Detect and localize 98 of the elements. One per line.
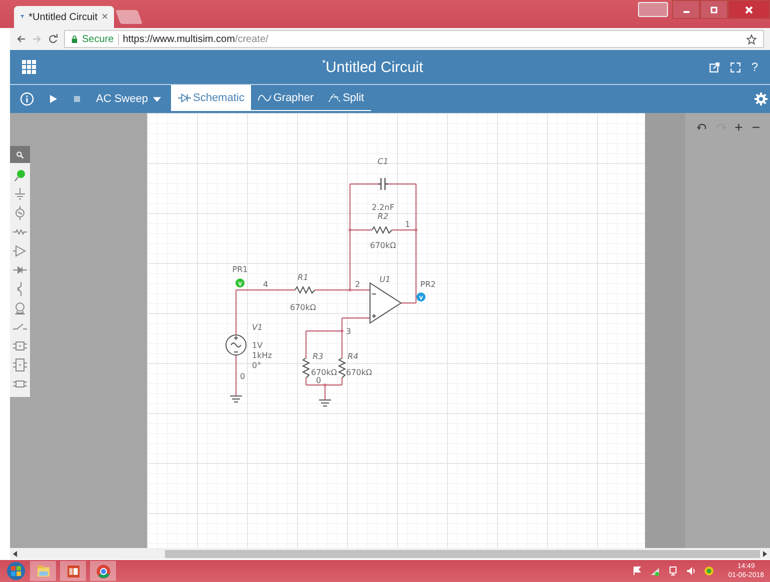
net-label: 1	[405, 220, 410, 229]
scroll-right-icon[interactable]	[763, 550, 767, 556]
browser-app-icon[interactable]	[90, 561, 116, 581]
view-tab[interactable]: Schematic	[170, 85, 252, 110]
net-label: 2	[355, 280, 360, 289]
net-label: 0	[240, 372, 246, 381]
probe-label: PR1	[232, 265, 248, 274]
zoom-out-button[interactable]: −	[752, 119, 760, 135]
component-label: R3	[312, 352, 324, 361]
net-label: 3	[346, 327, 352, 336]
forward-icon[interactable]	[32, 34, 42, 44]
component-value: 670kΩ	[346, 368, 372, 377]
junction-dot	[414, 228, 418, 232]
minimize-icon	[682, 11, 690, 13]
component-value: 1kHz	[252, 351, 272, 360]
help-button[interactable]: ?	[751, 60, 758, 74]
view-tab[interactable]: Split	[320, 85, 372, 110]
ground-icon[interactable]	[13, 187, 27, 201]
monitor-icon[interactable]	[668, 566, 678, 576]
view-tab[interactable]: Grapher	[251, 85, 321, 110]
ground-symbol	[230, 396, 242, 402]
minimize-button[interactable]	[672, 0, 700, 19]
settings-icon[interactable]	[754, 92, 768, 106]
url-text: https://www.multisim.com/create/	[122, 34, 268, 44]
network-icon[interactable]	[650, 566, 660, 576]
component-label: R1	[298, 273, 308, 282]
component-value: 2.2nF	[372, 203, 394, 212]
chip-icon[interactable]	[13, 358, 27, 372]
presentation-app-icon[interactable]	[60, 561, 86, 581]
lamp-icon[interactable]	[13, 301, 27, 315]
component-label: C1	[378, 157, 388, 166]
desktop-button[interactable]	[638, 2, 668, 17]
split-icon	[328, 92, 341, 102]
undo-icon[interactable]	[696, 122, 707, 132]
net-label: 0	[316, 376, 322, 385]
circuit-title: $^{*}$Untitled Circuit	[321, 58, 424, 76]
search-icon	[16, 150, 24, 158]
resistor-symbol	[372, 226, 392, 234]
component-value: 670kΩ	[311, 368, 337, 377]
component-value: 1V	[252, 341, 263, 350]
component-value: 670kΩ	[290, 303, 316, 312]
wave-icon	[258, 92, 272, 102]
browser-tab[interactable]: *Untitled Circuit ×	[14, 6, 114, 28]
component-label: U1	[380, 275, 390, 284]
start-button[interactable]	[6, 561, 26, 581]
analysis-dropdown[interactable]: AC Sweep	[96, 85, 161, 113]
play-icon[interactable]	[48, 94, 58, 104]
new-tab-button[interactable]	[115, 10, 143, 24]
junction-dot	[324, 384, 326, 386]
tab-title: *Untitled Circuit	[28, 12, 98, 22]
maximize-button[interactable]	[700, 0, 728, 19]
export-icon[interactable]	[709, 62, 720, 72]
close-window-button[interactable]	[728, 0, 770, 19]
op-amp-symbol	[370, 282, 402, 324]
ac-source-symbol	[226, 334, 246, 356]
probe-icon[interactable]	[13, 168, 27, 182]
search-button[interactable]	[10, 146, 30, 163]
secure-label: Secure	[82, 34, 114, 44]
close-icon	[744, 4, 754, 14]
maximize-icon	[709, 4, 719, 14]
source-icon[interactable]	[13, 206, 27, 220]
star-icon[interactable]	[746, 34, 757, 44]
caret-icon	[152, 96, 161, 102]
capacitor-symbol	[377, 177, 389, 191]
wire	[235, 355, 237, 396]
scroll-left-icon[interactable]	[13, 550, 17, 556]
junction-dot	[348, 228, 352, 232]
horizontal-scrollbar[interactable]	[10, 548, 770, 559]
chip-icon[interactable]	[13, 339, 27, 353]
apps-grid-icon[interactable]	[22, 60, 36, 74]
component-label: V1	[252, 323, 263, 332]
component-label: R4	[348, 352, 358, 361]
volume-icon[interactable]	[686, 566, 696, 576]
lock-icon	[71, 34, 78, 44]
junction-dot	[340, 330, 344, 332]
resistor-symbol	[302, 358, 310, 378]
info-icon[interactable]	[20, 92, 34, 106]
component-value: 670kΩ	[370, 241, 396, 250]
close-tab-button[interactable]: ×	[102, 11, 108, 23]
diode-icon[interactable]	[13, 263, 27, 277]
component-value: 0°	[252, 361, 262, 370]
resistor-symbol	[294, 286, 316, 294]
address-field[interactable]: Secure https://www.multisim.com/create/	[64, 30, 764, 48]
component-label: R2	[378, 212, 388, 221]
reload-icon[interactable]	[48, 34, 58, 44]
amplifier-icon[interactable]	[13, 244, 27, 258]
fullscreen-icon[interactable]	[730, 62, 742, 72]
diode-icon	[178, 92, 191, 102]
junction-dot	[348, 288, 352, 292]
back-icon[interactable]	[16, 34, 26, 44]
status-icon[interactable]	[704, 566, 714, 576]
net-label: 4	[263, 280, 268, 289]
zoom-in-button[interactable]: +	[734, 119, 743, 135]
resistor-symbol	[338, 358, 346, 378]
ground-symbol	[318, 400, 332, 406]
probe-label: PR2	[420, 280, 436, 289]
flag-icon[interactable]	[632, 566, 642, 576]
stop-icon[interactable]	[72, 94, 82, 104]
